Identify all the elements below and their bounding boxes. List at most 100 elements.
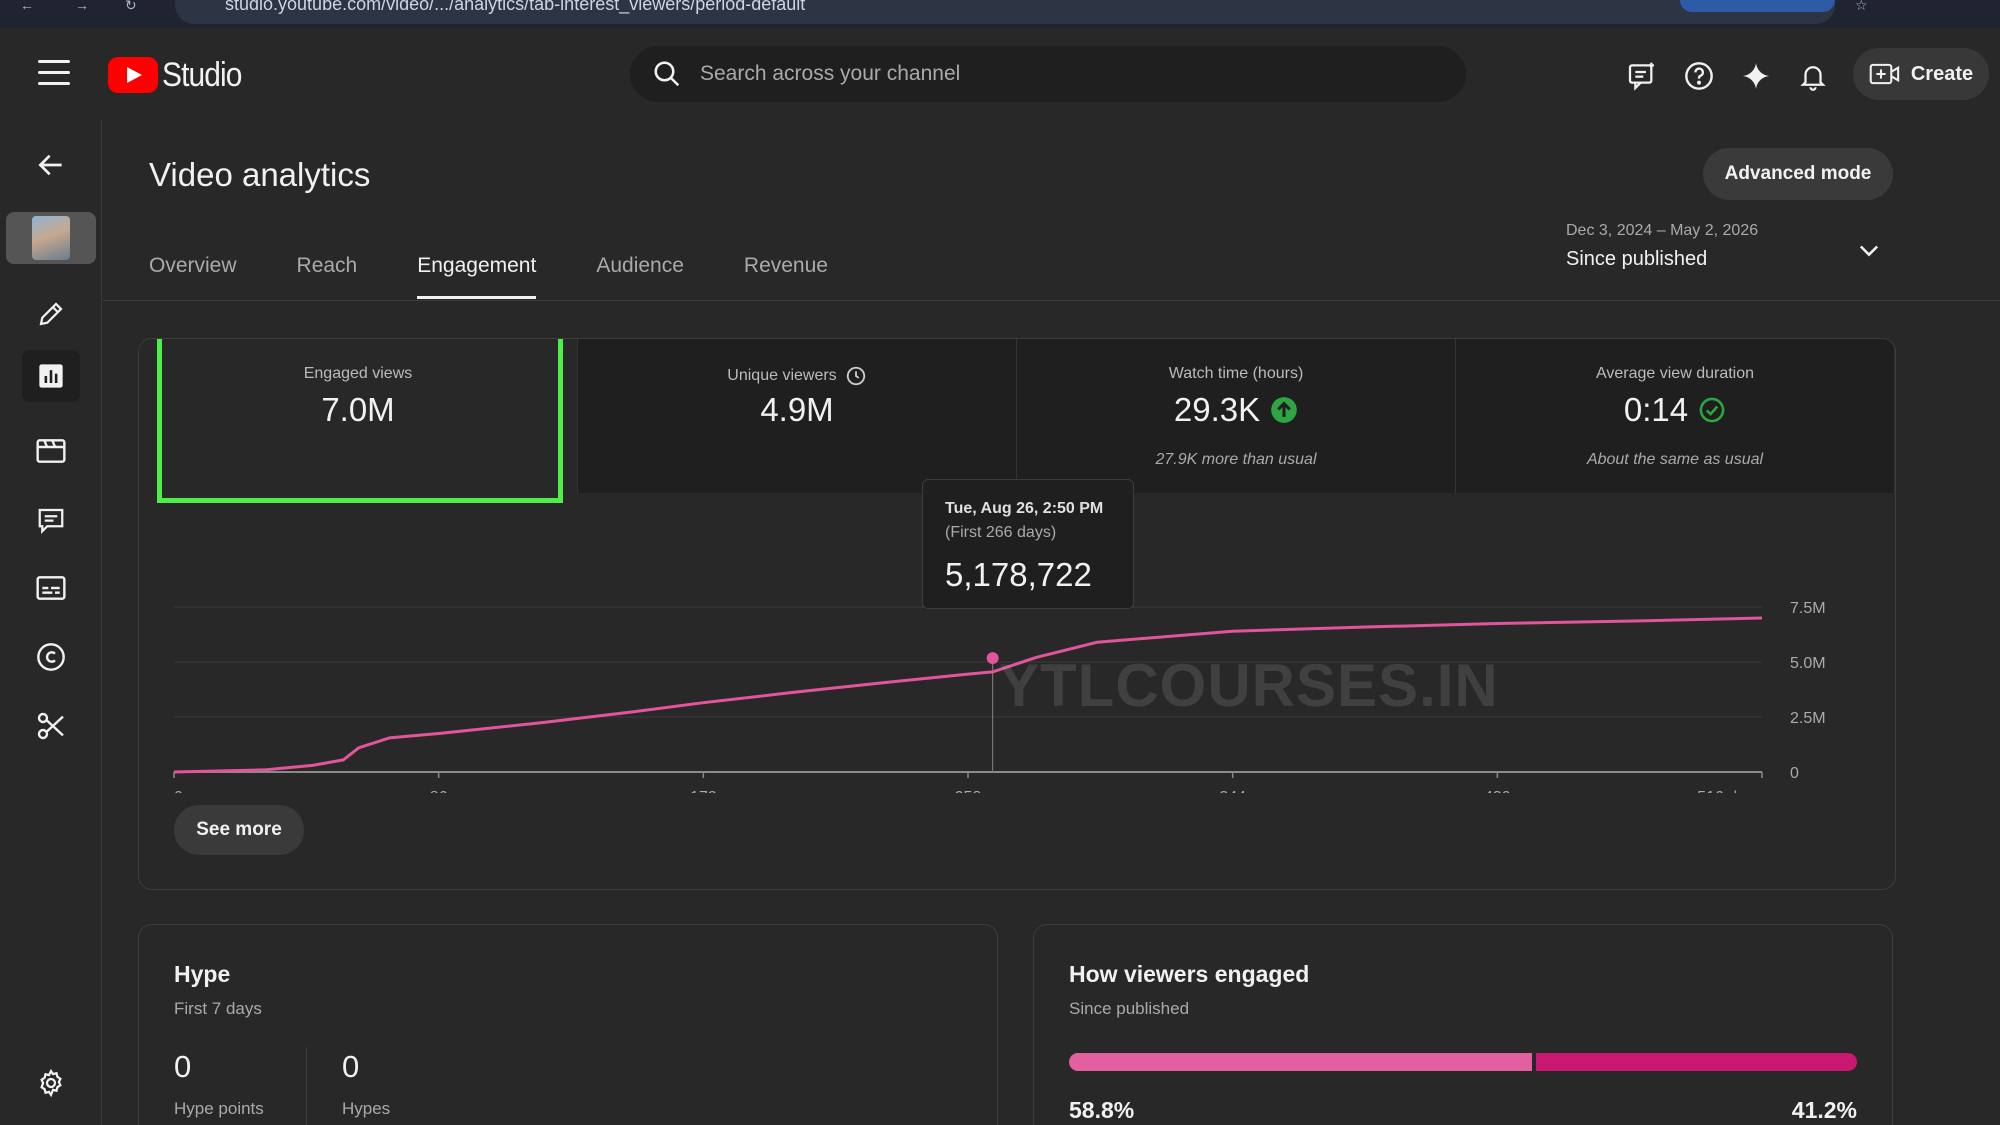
engagement-bar-left-segment — [1069, 1053, 1533, 1071]
tab-reach[interactable]: Reach — [297, 254, 358, 302]
create-button[interactable]: Create — [1853, 48, 1989, 100]
clips-scissors-icon[interactable] — [22, 700, 80, 752]
reload-icon[interactable]: ↻ — [125, 0, 149, 12]
analytics-icon[interactable] — [22, 350, 80, 402]
y-tick-label: 2.5M — [1790, 710, 1826, 727]
search-input[interactable] — [700, 62, 1400, 86]
metric-value: 0:14 — [1623, 391, 1689, 428]
create-video-icon — [1869, 63, 1900, 85]
metric-watch-time[interactable]: Watch time (hours) 29.3K 27.9K more than… — [1017, 339, 1456, 493]
hover-data-point — [986, 652, 999, 665]
hypes-value: 0 — [342, 1049, 360, 1084]
feedback-icon[interactable] — [1622, 56, 1662, 96]
comments-icon[interactable] — [22, 494, 80, 546]
check-circle-icon — [1699, 397, 1725, 423]
back-arrow-icon[interactable] — [22, 139, 80, 191]
notifications-bell-icon[interactable] — [1793, 56, 1833, 96]
advanced-mode-button[interactable]: Advanced mode — [1703, 148, 1893, 200]
edit-pencil-icon[interactable] — [22, 288, 80, 340]
tab-revenue[interactable]: Revenue — [744, 254, 828, 302]
metric-value: 4.9M — [760, 391, 834, 428]
metric-engaged-views[interactable]: Engaged views 7.0M — [139, 339, 578, 493]
search-icon — [654, 61, 680, 87]
engagement-split-bar[interactable] — [1069, 1053, 1857, 1071]
engaged-left-percent: 58.8% — [1069, 1097, 1135, 1123]
page-title: Video analytics — [149, 156, 371, 193]
y-tick-label: 7.5M — [1790, 600, 1826, 617]
metric-value: 29.3K — [1173, 391, 1261, 428]
date-range-picker[interactable]: Dec 3, 2024 – May 2, 2026 Since publishe… — [1566, 222, 1758, 271]
metric-tiles: Engaged views 7.0M Unique viewers 4.9M W… — [139, 339, 1895, 493]
back-nav-icon[interactable]: ← — [20, 0, 44, 12]
tab-audience[interactable]: Audience — [596, 254, 684, 302]
engagement-chart-card: Engaged views 7.0M Unique viewers 4.9M W… — [138, 338, 1896, 890]
create-label: Create — [1910, 62, 1974, 85]
tooltip-date: Tue, Aug 26, 2:50 PM — [945, 500, 1104, 517]
metric-label: Watch time (hours) — [1168, 365, 1304, 382]
settings-gear-icon[interactable] — [22, 1057, 80, 1109]
chevron-down-icon[interactable] — [1855, 236, 1883, 269]
x-tick-label: 172 — [690, 789, 717, 793]
hype-subtitle: First 7 days — [174, 999, 262, 1018]
tooltip-value: 5,178,722 — [945, 556, 1092, 593]
logo-text: Studio — [162, 55, 242, 94]
hype-points-stat: 0 Hype points — [174, 1049, 264, 1119]
engaged-title: How viewers engaged — [1069, 961, 1310, 987]
x-tick-label: 344 — [1219, 789, 1246, 793]
date-range-dates: Dec 3, 2024 – May 2, 2026 — [1566, 222, 1759, 239]
youtube-play-icon — [108, 57, 158, 93]
metric-label: Unique viewers — [727, 367, 837, 384]
help-icon[interactable] — [1679, 56, 1719, 96]
sidebar — [0, 120, 102, 1125]
metric-label: Engaged views — [303, 365, 413, 382]
engaged-subtitle: Since published — [1069, 999, 1190, 1018]
metric-note: About the same as usual — [1586, 451, 1764, 468]
hypes-stat: 0 Hypes — [342, 1049, 390, 1119]
y-tick-label: 5.0M — [1790, 655, 1826, 672]
x-tick-label: 258 — [955, 789, 982, 793]
subtitles-icon[interactable] — [22, 562, 80, 614]
tab-engagement[interactable]: Engagement — [417, 254, 537, 302]
engagement-bar-right-segment — [1536, 1053, 1857, 1071]
chart-tooltip: Tue, Aug 26, 2:50 PM (First 266 days) 5,… — [922, 479, 1134, 609]
hype-title: Hype — [174, 961, 231, 987]
metric-value: 7.0M — [321, 391, 395, 428]
hypes-label: Hypes — [342, 1099, 391, 1118]
see-more-button[interactable]: See more — [174, 805, 304, 855]
tooltip-subtitle: (First 266 days) — [945, 524, 1057, 541]
stat-divider — [306, 1047, 307, 1125]
video-thumbnail[interactable] — [6, 212, 96, 264]
x-tick-label: 86 — [430, 789, 448, 793]
tabs-divider — [103, 300, 2000, 301]
tab-overview[interactable]: Overview — [149, 254, 237, 302]
x-tick-label: 516 days — [1697, 789, 1762, 793]
hype-points-value: 0 — [174, 1049, 192, 1084]
address-bar-url: studio.youtube.com/video/.../analytics/t… — [225, 0, 806, 14]
forward-nav-icon[interactable]: → — [75, 0, 99, 12]
date-range-label: Since published — [1566, 248, 1708, 270]
trend-up-icon — [1271, 397, 1297, 423]
search-bar[interactable] — [630, 46, 1466, 102]
editor-film-icon[interactable] — [22, 425, 80, 477]
hype-points-label: Hype points — [174, 1099, 264, 1118]
x-tick-label: 0 — [174, 789, 183, 793]
engaged-views-series-line — [173, 616, 1763, 774]
metric-unique-viewers[interactable]: Unique viewers 4.9M — [578, 339, 1017, 493]
studio-logo[interactable]: Studio — [108, 52, 252, 98]
metric-note: 27.9K more than usual — [1155, 451, 1317, 468]
account-pill[interactable] — [1680, 0, 1835, 12]
browser-toolbar: ← → ↻ studio.youtube.com/video/.../analy… — [0, 0, 2000, 28]
engaged-right-percent: 41.2% — [1791, 1097, 1857, 1123]
sparkle-icon[interactable] — [1736, 56, 1776, 96]
how-viewers-engaged-card: How viewers engaged Since published 58.8… — [1033, 924, 1893, 1125]
y-tick-label: 0 — [1790, 765, 1799, 782]
studio-header: Studio Create — [0, 28, 2000, 120]
metric-label: Average view duration — [1595, 365, 1755, 382]
metric-average-view-duration[interactable]: Average view duration 0:14 About the sam… — [1456, 339, 1895, 493]
bookmark-star-icon[interactable]: ☆ — [1855, 0, 1879, 12]
hype-card: Hype First 7 days 0 Hype points 0 Hypes — [138, 924, 998, 1125]
clock-icon — [846, 366, 865, 386]
copyright-icon[interactable] — [22, 631, 80, 683]
x-tick-label: 430 — [1484, 789, 1511, 793]
menu-icon[interactable] — [38, 60, 70, 88]
